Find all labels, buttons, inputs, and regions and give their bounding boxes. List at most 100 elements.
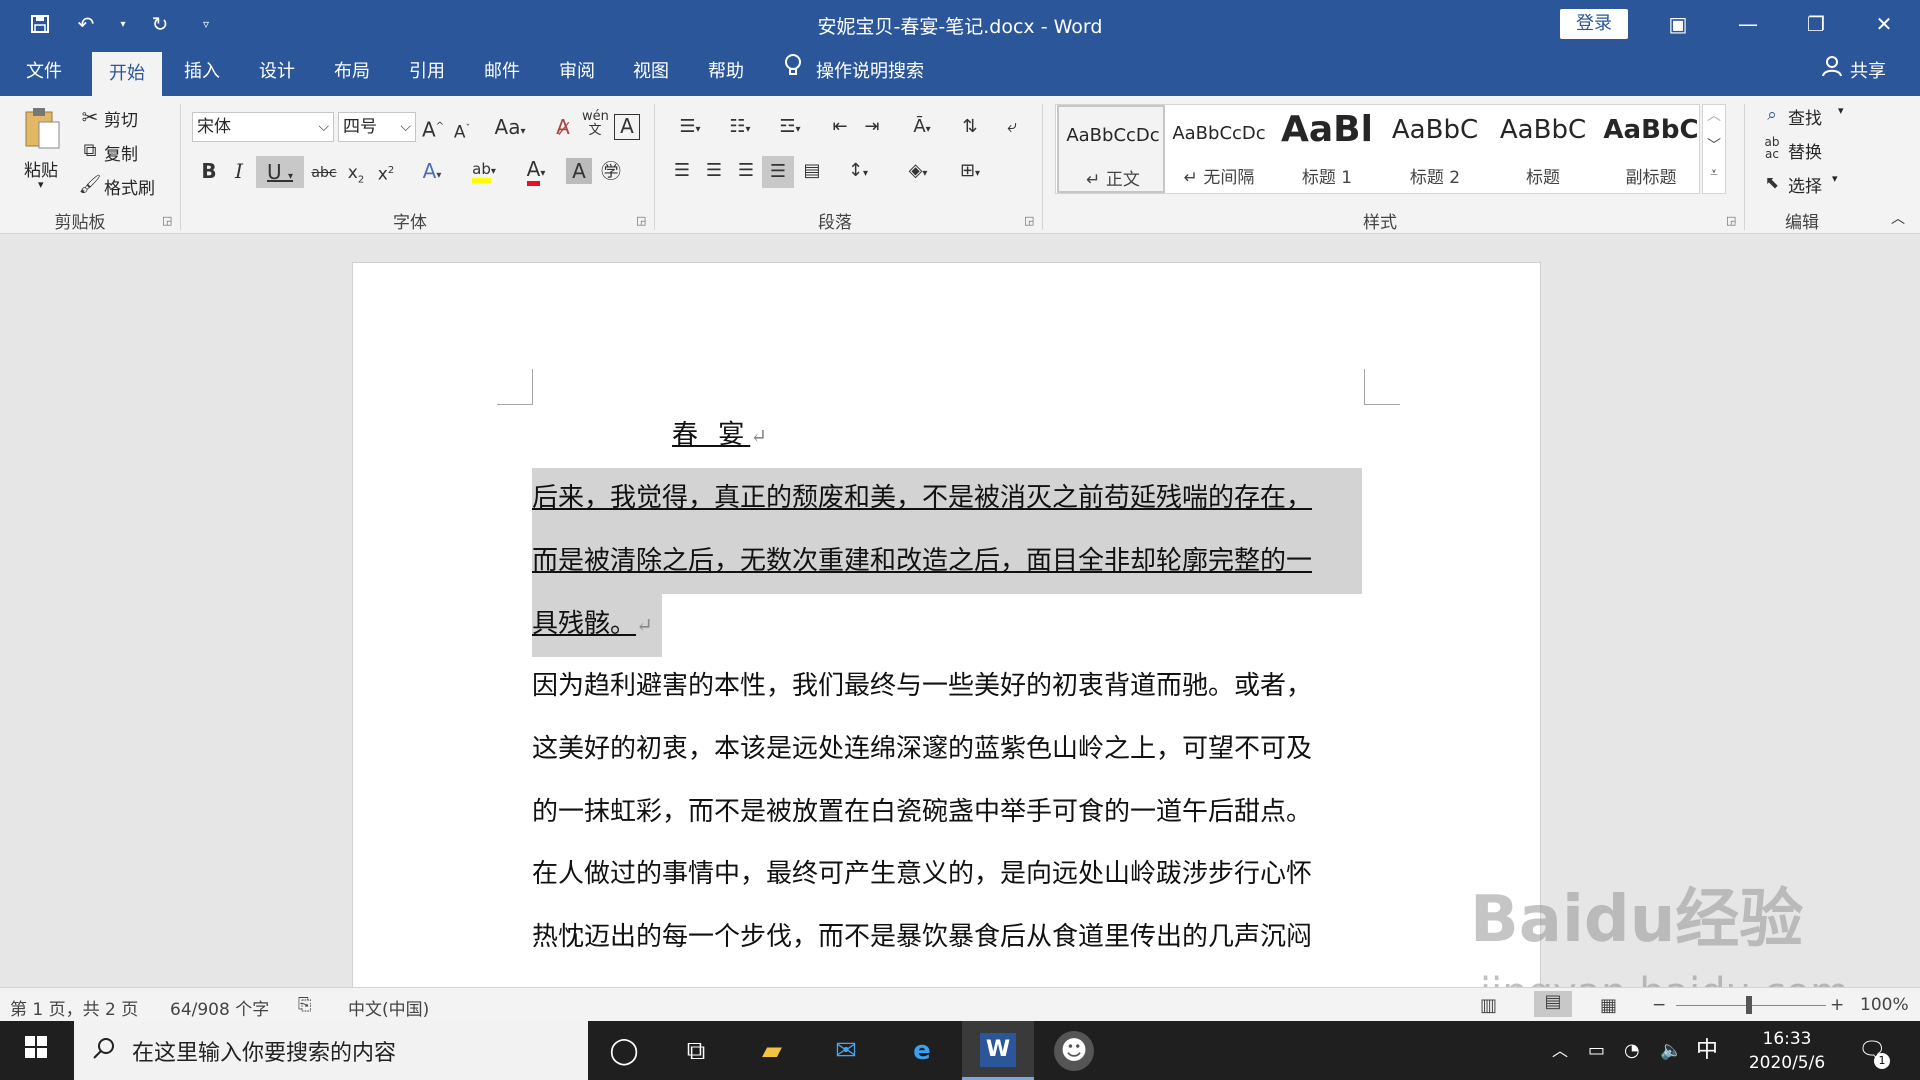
select-button[interactable]: 选择 [1788, 172, 1822, 197]
document-line-1[interactable]: 后来，我觉得，真正的颓废和美，不是被消灭之前苟延残喘的存在， [532, 478, 1362, 518]
app-avatar-icon[interactable]: ☻ [1054, 1031, 1094, 1071]
network-icon[interactable]: ◔ [1624, 1021, 1640, 1080]
show-hidden-icons-icon[interactable]: ︿ [1552, 1021, 1568, 1080]
ime-indicator[interactable]: 中 [1696, 1021, 1718, 1080]
tell-me-search[interactable]: 操作说明搜索 [784, 48, 924, 96]
phonetic-guide-icon[interactable]: wén 文 [582, 110, 609, 138]
font-launcher-icon[interactable]: ◲ [636, 214, 646, 227]
tab-review[interactable]: 审阅 [545, 48, 609, 96]
clipboard-launcher-icon[interactable]: ◲ [162, 214, 172, 227]
justify-icon[interactable]: ☰ [762, 156, 794, 188]
superscript-icon[interactable]: x2 [374, 158, 398, 188]
clock[interactable]: 16:33 2020/5/6 [1742, 1027, 1832, 1075]
minimize-icon[interactable]: — [1728, 8, 1768, 40]
share-button[interactable]: 共享 [1822, 48, 1886, 96]
find-button[interactable]: 查找 [1788, 104, 1822, 129]
document-line-7[interactable]: 在人做过的事情中，最终可产生意义的，是向远处山岭跋涉步行心怀 [532, 854, 1362, 894]
change-case-icon[interactable]: Aa▾ [490, 114, 530, 145]
document-heading[interactable]: 春 宴↵ [672, 414, 773, 451]
select-dropdown-icon[interactable]: ▾ [1832, 172, 1838, 185]
tab-view[interactable]: 视图 [619, 48, 683, 96]
style-heading-2[interactable]: AaBbC 标题 2 [1381, 105, 1489, 193]
zoom-level[interactable]: 100% [1860, 995, 1909, 1015]
zoom-out-icon[interactable]: − [1652, 995, 1666, 1015]
tab-insert[interactable]: 插入 [170, 48, 234, 96]
font-size-combo[interactable]: 四号 ⌵ [338, 112, 416, 142]
word-taskbar-button[interactable]: W [962, 1021, 1034, 1080]
tab-home[interactable]: 开始 [92, 52, 162, 96]
tab-design[interactable]: 设计 [245, 48, 309, 96]
shading-icon[interactable]: ◈▾ [896, 158, 940, 187]
collapse-ribbon-icon[interactable]: ︿ [1886, 206, 1910, 232]
document-line-8[interactable]: 热忱迈出的每一个步伐，而不是暴饮暴食后从食道里传出的几声沉闷 [532, 917, 1362, 957]
notifications-icon[interactable]: 🗨 [1858, 1021, 1886, 1080]
subscript-icon[interactable]: x2 [344, 160, 368, 193]
bullets-icon[interactable]: ☰▾ [668, 114, 712, 143]
format-painter-button[interactable]: 格式刷 [104, 174, 155, 199]
style-normal[interactable]: AaBbCcDc ↵ 正文 [1057, 105, 1165, 193]
sort-icon[interactable]: ⇅ [956, 114, 984, 140]
word-count[interactable]: 64/908 个字 [170, 995, 269, 1020]
clear-formatting-icon[interactable]: A̷ [550, 114, 576, 140]
chinese-layout-icon[interactable]: Ā▾ [900, 114, 944, 143]
increase-indent-icon[interactable]: ⇥ [858, 114, 886, 140]
shrink-font-icon[interactable]: Aˇ [450, 116, 474, 146]
text-effects-icon[interactable]: A▾ [412, 158, 452, 189]
strikethrough-icon[interactable]: abc [310, 160, 338, 186]
styles-launcher-icon[interactable]: ◲ [1726, 214, 1736, 227]
paste-icon[interactable] [22, 106, 62, 152]
login-button[interactable]: 登录 [1560, 9, 1628, 39]
tab-references[interactable]: 引用 [395, 48, 459, 96]
show-paragraph-marks-icon[interactable]: ⤶ [998, 114, 1026, 140]
zoom-slider-thumb[interactable] [1746, 996, 1752, 1014]
battery-icon[interactable]: ▭ [1588, 1021, 1605, 1080]
style-no-spacing[interactable]: AaBbCcDc ↵ 无间隔 [1165, 105, 1273, 193]
document-line-3[interactable]: 具残骸。↵ [532, 604, 672, 644]
proofing-icon[interactable]: ⎘ [298, 995, 312, 1015]
chevron-down-icon[interactable]: ﹀ [1703, 135, 1725, 165]
font-color-icon[interactable]: A▾ [514, 156, 558, 187]
cut-button[interactable]: 剪切 [104, 106, 138, 131]
taskbar-search-box[interactable]: 在这里输入你要搜索的内容 [74, 1021, 588, 1080]
print-layout-icon[interactable]: ▤ [1534, 991, 1572, 1017]
style-title[interactable]: AaBbC 标题 [1489, 105, 1597, 193]
bold-icon[interactable]: B [196, 158, 222, 184]
numbering-icon[interactable]: ☷▾ [718, 114, 762, 143]
chevron-down-icon[interactable]: ⌵ [400, 113, 411, 141]
edge-icon[interactable]: e [902, 1031, 942, 1071]
distributed-icon[interactable]: ▤ [798, 158, 826, 184]
font-name-combo[interactable]: 宋体 ⌵ [192, 112, 334, 142]
ribbon-display-options-icon[interactable]: ▣ [1658, 8, 1698, 40]
copy-button[interactable]: 复制 [104, 140, 138, 165]
borders-icon[interactable]: ⊞▾ [948, 158, 992, 187]
document-line-2[interactable]: 而是被清除之后，无数次重建和改造之后，面目全非却轮廓完整的一 [532, 541, 1362, 581]
language-status[interactable]: 中文(中国) [348, 995, 429, 1020]
underline-icon[interactable]: U ▾ [256, 156, 304, 188]
file-explorer-icon[interactable]: ▰ [752, 1031, 792, 1071]
character-shading-icon[interactable]: A [566, 158, 592, 184]
replace-button[interactable]: 替换 [1788, 138, 1822, 163]
paragraph-launcher-icon[interactable]: ◲ [1024, 214, 1034, 227]
tab-mailings[interactable]: 邮件 [470, 48, 534, 96]
web-layout-icon[interactable]: ▦ [1600, 995, 1617, 1016]
italic-icon[interactable]: I [226, 158, 252, 184]
multilevel-list-icon[interactable]: ☲▾ [768, 114, 812, 143]
align-right-icon[interactable]: ☰ [732, 158, 760, 184]
highlight-color-icon[interactable]: ab▾ [462, 156, 506, 185]
find-dropdown-icon[interactable]: ▾ [1838, 104, 1844, 117]
task-view-icon[interactable]: ⧉ [676, 1031, 716, 1071]
chevron-up-icon[interactable]: ︿ [1703, 105, 1725, 135]
document-line-5[interactable]: 这美好的初衷，本该是远处连绵深邃的蓝紫色山岭之上，可望不可及 [532, 729, 1362, 769]
cortana-icon[interactable]: ◯ [604, 1031, 644, 1071]
style-subtitle[interactable]: AaBbC 副标题 [1597, 105, 1705, 193]
zoom-in-icon[interactable]: + [1830, 995, 1844, 1015]
line-spacing-icon[interactable]: ↕▾ [836, 158, 880, 187]
enclose-characters-icon[interactable]: ㊫ [598, 158, 624, 184]
volume-icon[interactable]: 🔈 [1660, 1021, 1682, 1080]
mail-icon[interactable]: ✉ [826, 1031, 866, 1071]
grow-font-icon[interactable]: A^ [420, 114, 446, 143]
close-icon[interactable]: ✕ [1864, 8, 1904, 40]
align-center-icon[interactable]: ☰ [700, 158, 728, 184]
tab-file[interactable]: 文件 [12, 48, 76, 96]
windows-start-icon[interactable] [16, 1031, 56, 1071]
